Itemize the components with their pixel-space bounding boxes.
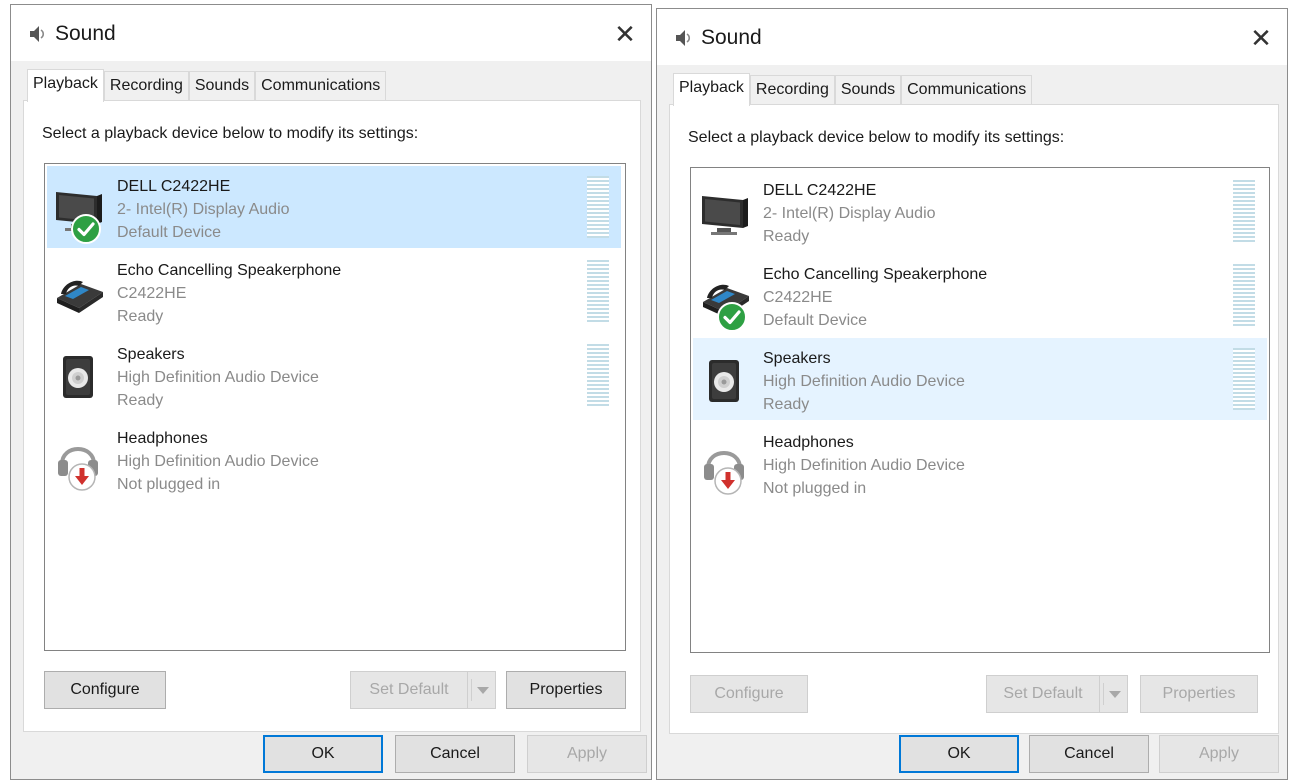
configure-button[interactable]: Configure bbox=[44, 671, 166, 709]
sound-app-icon bbox=[671, 27, 693, 49]
device-driver: High Definition Audio Device bbox=[117, 369, 319, 386]
device-status: Ready bbox=[763, 228, 810, 245]
device-status: Ready bbox=[117, 308, 164, 325]
tab-recording[interactable]: Recording bbox=[749, 75, 835, 105]
chevron-down-icon bbox=[477, 687, 489, 694]
sound-app-icon bbox=[25, 23, 47, 45]
device-name: Headphones bbox=[763, 434, 854, 451]
tab-sounds[interactable]: Sounds bbox=[188, 71, 256, 101]
title-bar: Sound ✕ bbox=[657, 9, 1287, 65]
volume-meter bbox=[587, 176, 609, 238]
cancel-button[interactable]: Cancel bbox=[1029, 735, 1149, 773]
device-driver: 2- Intel(R) Display Audio bbox=[117, 201, 290, 218]
close-button[interactable]: ✕ bbox=[607, 17, 643, 51]
device-driver: 2- Intel(R) Display Audio bbox=[763, 205, 936, 222]
ok-button[interactable]: OK bbox=[899, 735, 1019, 773]
device-name: Speakers bbox=[117, 346, 185, 363]
title-bar: Sound ✕ bbox=[11, 5, 651, 61]
device-item-echo-cancelling-speakerphone[interactable]: Echo Cancelling Speakerphone C2422HE Rea… bbox=[47, 250, 621, 332]
device-item-headphones[interactable]: Headphones High Definition Audio Device … bbox=[47, 418, 621, 500]
device-status: Default Device bbox=[117, 224, 222, 241]
device-item-dell-c2422he[interactable]: DELL C2422HE 2- Intel(R) Display Audio R… bbox=[693, 170, 1267, 252]
set-default-dropdown[interactable] bbox=[468, 671, 496, 709]
device-item-echo-cancelling-speakerphone[interactable]: Echo Cancelling Speakerphone C2422HE Def… bbox=[693, 254, 1267, 336]
default-check-icon bbox=[717, 302, 747, 332]
tab-recording[interactable]: Recording bbox=[103, 71, 189, 101]
tab-communications[interactable]: Communications bbox=[901, 75, 1033, 105]
unplugged-icon bbox=[67, 462, 97, 492]
volume-meter bbox=[587, 344, 609, 406]
device-item-dell-c2422he[interactable]: DELL C2422HE 2- Intel(R) Display Audio D… bbox=[47, 166, 621, 248]
window-title: Sound bbox=[701, 26, 762, 49]
instruction-text: Select a playback device below to modify… bbox=[688, 129, 1065, 146]
tab-bar: Playback Recording Sounds Communications bbox=[673, 73, 1033, 106]
speakerphone-icon bbox=[53, 264, 105, 320]
device-name: Speakers bbox=[763, 350, 831, 367]
device-name: Headphones bbox=[117, 430, 208, 447]
device-item-speakers[interactable]: Speakers High Definition Audio Device Re… bbox=[693, 338, 1267, 420]
device-driver: C2422HE bbox=[763, 289, 833, 306]
device-status: Not plugged in bbox=[763, 480, 867, 497]
monitor-icon bbox=[699, 184, 751, 240]
volume-meter bbox=[1233, 264, 1255, 326]
playback-panel: Select a playback device below to modify… bbox=[669, 104, 1279, 734]
apply-button[interactable]: Apply bbox=[1159, 735, 1279, 773]
instruction-text: Select a playback device below to modify… bbox=[42, 125, 419, 142]
tab-bar: Playback Recording Sounds Communications bbox=[27, 69, 387, 102]
cancel-button[interactable]: Cancel bbox=[395, 735, 515, 773]
tab-playback[interactable]: Playback bbox=[673, 73, 750, 106]
speaker-icon bbox=[699, 352, 751, 408]
device-item-speakers[interactable]: Speakers High Definition Audio Device Re… bbox=[47, 334, 621, 416]
device-driver: High Definition Audio Device bbox=[763, 373, 965, 390]
volume-meter bbox=[1233, 348, 1255, 410]
device-name: DELL C2422HE bbox=[117, 178, 231, 195]
unplugged-icon bbox=[713, 466, 743, 496]
device-name: Echo Cancelling Speakerphone bbox=[763, 266, 988, 283]
ok-button[interactable]: OK bbox=[263, 735, 383, 773]
properties-button[interactable]: Properties bbox=[506, 671, 626, 709]
device-status: Ready bbox=[117, 392, 164, 409]
chevron-down-icon bbox=[1109, 691, 1121, 698]
set-default-split-button[interactable]: Set Default bbox=[350, 671, 496, 709]
device-name: Echo Cancelling Speakerphone bbox=[117, 262, 342, 279]
device-driver: High Definition Audio Device bbox=[763, 457, 965, 474]
tab-playback[interactable]: Playback bbox=[27, 69, 104, 102]
device-driver: C2422HE bbox=[117, 285, 187, 302]
sound-dialog-right: Sound ✕ Playback Recording Sounds Commun… bbox=[656, 8, 1288, 780]
tab-communications[interactable]: Communications bbox=[255, 71, 387, 101]
speaker-icon bbox=[53, 348, 105, 404]
device-item-headphones[interactable]: Headphones High Definition Audio Device … bbox=[693, 422, 1267, 504]
device-list[interactable]: DELL C2422HE 2- Intel(R) Display Audio D… bbox=[44, 163, 626, 651]
volume-meter bbox=[587, 260, 609, 322]
apply-button[interactable]: Apply bbox=[527, 735, 647, 773]
set-default-button[interactable]: Set Default bbox=[986, 675, 1100, 713]
device-driver: High Definition Audio Device bbox=[117, 453, 319, 470]
device-status: Default Device bbox=[763, 312, 868, 329]
default-check-icon bbox=[71, 214, 101, 244]
set-default-button[interactable]: Set Default bbox=[350, 671, 468, 709]
device-name: DELL C2422HE bbox=[763, 182, 877, 199]
sound-dialog-left: Sound ✕ Playback Recording Sounds Commun… bbox=[10, 4, 652, 780]
tab-sounds[interactable]: Sounds bbox=[834, 75, 902, 105]
set-default-dropdown[interactable] bbox=[1100, 675, 1128, 713]
playback-panel: Select a playback device below to modify… bbox=[23, 100, 641, 732]
device-list[interactable]: DELL C2422HE 2- Intel(R) Display Audio R… bbox=[690, 167, 1270, 653]
device-status: Not plugged in bbox=[117, 476, 221, 493]
properties-button[interactable]: Properties bbox=[1140, 675, 1258, 713]
configure-button[interactable]: Configure bbox=[690, 675, 808, 713]
volume-meter bbox=[1233, 180, 1255, 242]
close-button[interactable]: ✕ bbox=[1243, 21, 1279, 55]
set-default-split-button[interactable]: Set Default bbox=[986, 675, 1128, 713]
window-title: Sound bbox=[55, 22, 116, 45]
device-status: Ready bbox=[763, 396, 810, 413]
